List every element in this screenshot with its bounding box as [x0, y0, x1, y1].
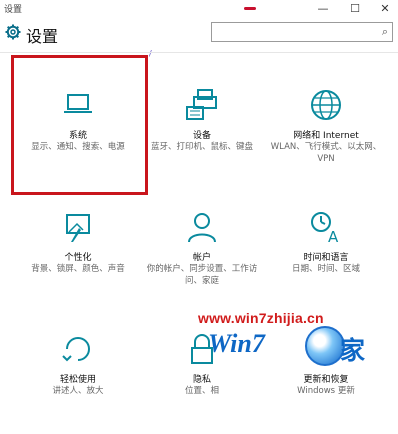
- tile-label: 设备: [192, 131, 211, 141]
- page-title: 设置: [26, 27, 59, 46]
- tile-desc: 讲述人、放大: [52, 386, 104, 396]
- watermark-logo-text: Win7: [208, 329, 265, 358]
- tile-desc: 位置、相: [184, 386, 219, 396]
- gear-icon: [5, 24, 21, 40]
- tile-ease-of-access[interactable]: 轻松使用 讲述人、放大: [16, 304, 140, 434]
- search-input[interactable]: ⌕: [211, 22, 393, 42]
- tile-accounts[interactable]: 帐户 你的帐户、同步设置、工作访问、家庭: [140, 182, 264, 312]
- window-title: 设置: [4, 5, 23, 15]
- tile-time-language[interactable]: A 时间和语言 日期、时间、区域: [264, 182, 388, 312]
- stray-mark: /: [149, 49, 152, 58]
- tile-label: 轻松使用: [59, 375, 96, 385]
- divider: [0, 52, 398, 53]
- tile-personalization[interactable]: 个性化 背景、锁屏、颜色、声音: [16, 182, 140, 312]
- tile-desc: 蓝牙、打印机、鼠标、键盘: [150, 142, 253, 152]
- highlight-box: [11, 55, 148, 195]
- maximize-button[interactable]: ☐: [340, 0, 370, 18]
- tile-desc: Windows 更新: [297, 386, 355, 396]
- printer-keyboard-icon: [186, 89, 217, 120]
- search-icon[interactable]: ⌕: [382, 25, 388, 39]
- tile-desc: WLAN、飞行模式、以太网、VPN: [270, 142, 382, 164]
- tile-label: 更新和恢复: [303, 375, 349, 385]
- tile-label: 个性化: [64, 253, 92, 263]
- tile-desc: 你的帐户、同步设置、工作访问、家庭: [146, 264, 258, 286]
- red-mark: [244, 7, 256, 10]
- watermark-logo-char: 家: [340, 336, 366, 365]
- paint-brush-icon: [66, 214, 90, 242]
- title-bar: 设置 — ☐ ✕: [0, 0, 398, 18]
- tile-label: 网络和 Internet: [293, 131, 359, 141]
- tile-desc: 日期、时间、区域: [291, 264, 360, 274]
- svg-text:A: A: [328, 228, 339, 244]
- close-button[interactable]: ✕: [370, 0, 398, 18]
- windows-orb-icon: [305, 326, 345, 366]
- tile-desc: 背景、锁屏、颜色、声音: [31, 264, 125, 274]
- person-icon: [188, 213, 216, 243]
- tile-label: 隐私: [192, 375, 211, 385]
- globe-icon: [311, 90, 341, 120]
- tile-label: 时间和语言: [303, 253, 349, 263]
- tile-network[interactable]: 网络和 Internet WLAN、飞行模式、以太网、VPN: [264, 60, 388, 190]
- tile-label: 帐户: [192, 253, 211, 263]
- watermark-url: www.win7zhijia.cn: [198, 310, 324, 326]
- accessibility-icon: [62, 337, 90, 362]
- tile-devices[interactable]: 设备 蓝牙、打印机、鼠标、键盘: [140, 60, 264, 190]
- minimize-button[interactable]: —: [308, 0, 338, 18]
- time-language-icon: A: [311, 212, 339, 244]
